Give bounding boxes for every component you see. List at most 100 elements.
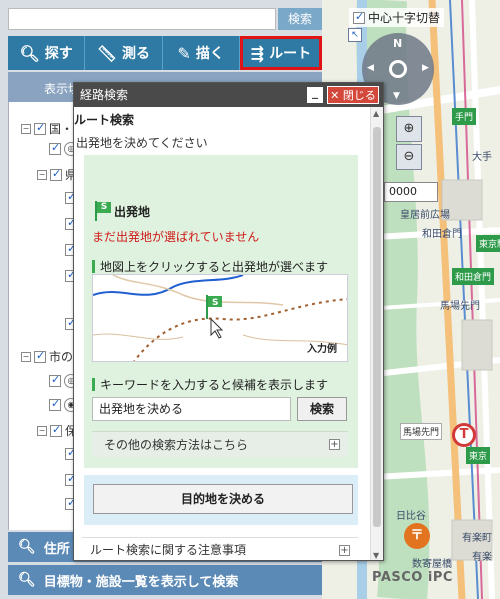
close-icon: ✕ [330,89,343,102]
tree-checkbox[interactable] [49,397,61,411]
post-office-icon: 〒 [404,523,430,549]
center-crosshair-toggle[interactable]: 中心十字切替 [349,8,445,27]
search-button[interactable]: 検索 [278,8,322,30]
tool-search-label: 探す [44,46,73,62]
crosshair-label: 中心十字切替 [368,11,441,25]
magnifier-icon: 🔍︎ [18,539,36,555]
tool-route-button[interactable]: ⇶ ルート [239,36,322,70]
origin-heading: 出発地 [114,205,151,219]
scale-readout: 0000 [384,182,438,202]
map-label: 和田倉門 [452,268,495,285]
keyword-hint-text: キーワードを入力すると候補を表示します [100,378,329,392]
map-label: 大手 [472,152,492,163]
address-search-label: 住所 [43,541,70,557]
zoom-out-icon[interactable]: ⊖ [396,144,422,170]
set-destination-button[interactable]: 目的地を決める [93,484,353,514]
map-credit: PASCO iPC [372,570,453,585]
dialog-titlebar[interactable]: 経路検索 _ ✕ 閉じる [74,83,383,107]
hint-bar [92,378,95,391]
origin-warning: まだ出発地が選ばれていません [92,230,260,244]
other-search-methods-label: その他の検索方法はこちら [104,438,249,452]
map-label: 東京 [466,447,491,464]
map-label: 和田倉門 [422,229,462,240]
destination-panel: 目的地を決める [84,475,358,525]
route-notes-row[interactable]: ルート検索に関する注意事項 + [82,537,358,560]
tree-item[interactable]: − 市の [21,348,73,365]
collapse-icon[interactable]: − [37,169,47,180]
map-label: 有楽町 [462,533,492,544]
origin-search-button[interactable]: 検索 [297,397,347,421]
map-label: 日比谷 [396,511,426,522]
map-label: 皇居前広場 [400,210,450,221]
tree-item[interactable]: −県 [37,166,77,183]
tree-checkbox[interactable] [49,141,61,155]
search-row: 検索 [8,8,322,30]
main-toolbar: 🔍︎ 探す 📏︎ 測る ✎ 描く ⇶ ルート [8,36,322,70]
hint-bar [92,260,95,273]
scroll-thumb[interactable] [373,127,381,527]
zoom-in-icon[interactable]: ⊕ [396,116,422,142]
tree-item-label: 国・ [49,122,74,136]
example-map-image: S 入力例 [92,274,348,362]
scroll-up-icon[interactable]: ▲ [373,109,379,118]
route-search-dialog: 経路検索 _ ✕ 閉じる ルート検索 出発地を決めてください S 出発地 まだ出… [73,82,384,561]
pan-arrow-icon[interactable]: ↖ [348,28,362,42]
dialog-title: 経路検索 [80,88,129,102]
map-label: 東京駅 [476,235,500,252]
tree-item-label: 市の [49,350,74,364]
tool-route-label: ルート [269,46,312,62]
expand-icon[interactable]: + [329,439,340,450]
search-input[interactable] [8,8,276,30]
map-label: 数寄屋橋 [412,559,452,570]
brush-icon: ✎ [177,43,191,63]
other-search-methods[interactable]: その他の検索方法はこちら + [92,431,348,457]
pan-left-icon[interactable]: ◀ [367,63,374,73]
map-click-hint: 地図上をクリックすると出発地が選べます [92,258,328,275]
map-click-hint-text: 地図上をクリックすると出発地が選べます [100,260,329,274]
tree-checkbox[interactable] [50,423,62,437]
close-button[interactable]: ✕ 閉じる [327,86,379,104]
route-icon: ⇶ [250,43,265,63]
dialog-body: ルート検索 出発地を決めてください S 出発地 まだ出発地が選ばれていません 地… [74,107,371,560]
tree-checkbox[interactable] [34,121,46,135]
origin-panel: S 出発地 まだ出発地が選ばれていません 地図上をクリックすると出発地が選べます… [84,155,358,468]
example-label: 入力例 [307,344,337,355]
keyword-hint: キーワードを入力すると候補を表示します [92,376,328,393]
pan-right-icon[interactable]: ▶ [422,63,429,73]
ruler-icon: 📏︎ [96,43,118,63]
tool-measure-label: 測る [122,46,151,62]
origin-keyword-input[interactable]: 出発地を決める [92,397,291,421]
crosshair-checkbox[interactable] [353,10,365,24]
collapse-icon[interactable]: − [21,351,31,362]
expand-icon[interactable]: + [339,545,350,556]
route-notes-label: ルート検索に関する注意事項 [90,543,247,557]
instruction-text: 出発地を決めてください [76,136,208,150]
magnifier-icon: 🔍︎ [18,572,36,588]
scroll-down-icon[interactable]: ▼ [373,551,379,560]
tool-draw-label: 描く [195,46,224,62]
close-label: 閉じる [342,89,376,102]
map-label: 有楽 [472,552,492,563]
section-heading: ルート検索 [74,113,135,127]
tree-item[interactable]: − 国・ [21,120,73,137]
metro-icon: T [452,423,476,447]
tool-draw-button[interactable]: ✎ 描く [162,36,240,70]
compass-north-label: N [393,37,403,50]
tool-measure-button[interactable]: 📏︎ 測る [85,36,163,70]
landmark-search-row[interactable]: 🔍︎ 目標物・施設一覧を表示して検索 [8,565,322,595]
tree-checkbox[interactable] [50,167,62,181]
svg-text:S: S [212,298,218,308]
minimize-button[interactable]: _ [307,86,323,103]
pan-down-icon[interactable]: ▼ [393,91,400,101]
tree-item[interactable]: −保 [37,422,77,439]
flag-letter: S [97,202,111,213]
tree-checkbox[interactable] [34,349,46,363]
map-label: 馬場先門 [400,423,443,440]
tree-checkbox[interactable] [49,373,61,387]
collapse-icon[interactable]: − [37,425,47,436]
compass-center-icon[interactable] [389,60,407,78]
map-label: 手門 [452,108,477,125]
tool-search-button[interactable]: 🔍︎ 探す [8,36,86,70]
dialog-scrollbar[interactable]: ▲ ▼ [370,107,383,560]
collapse-icon[interactable]: − [21,123,31,134]
